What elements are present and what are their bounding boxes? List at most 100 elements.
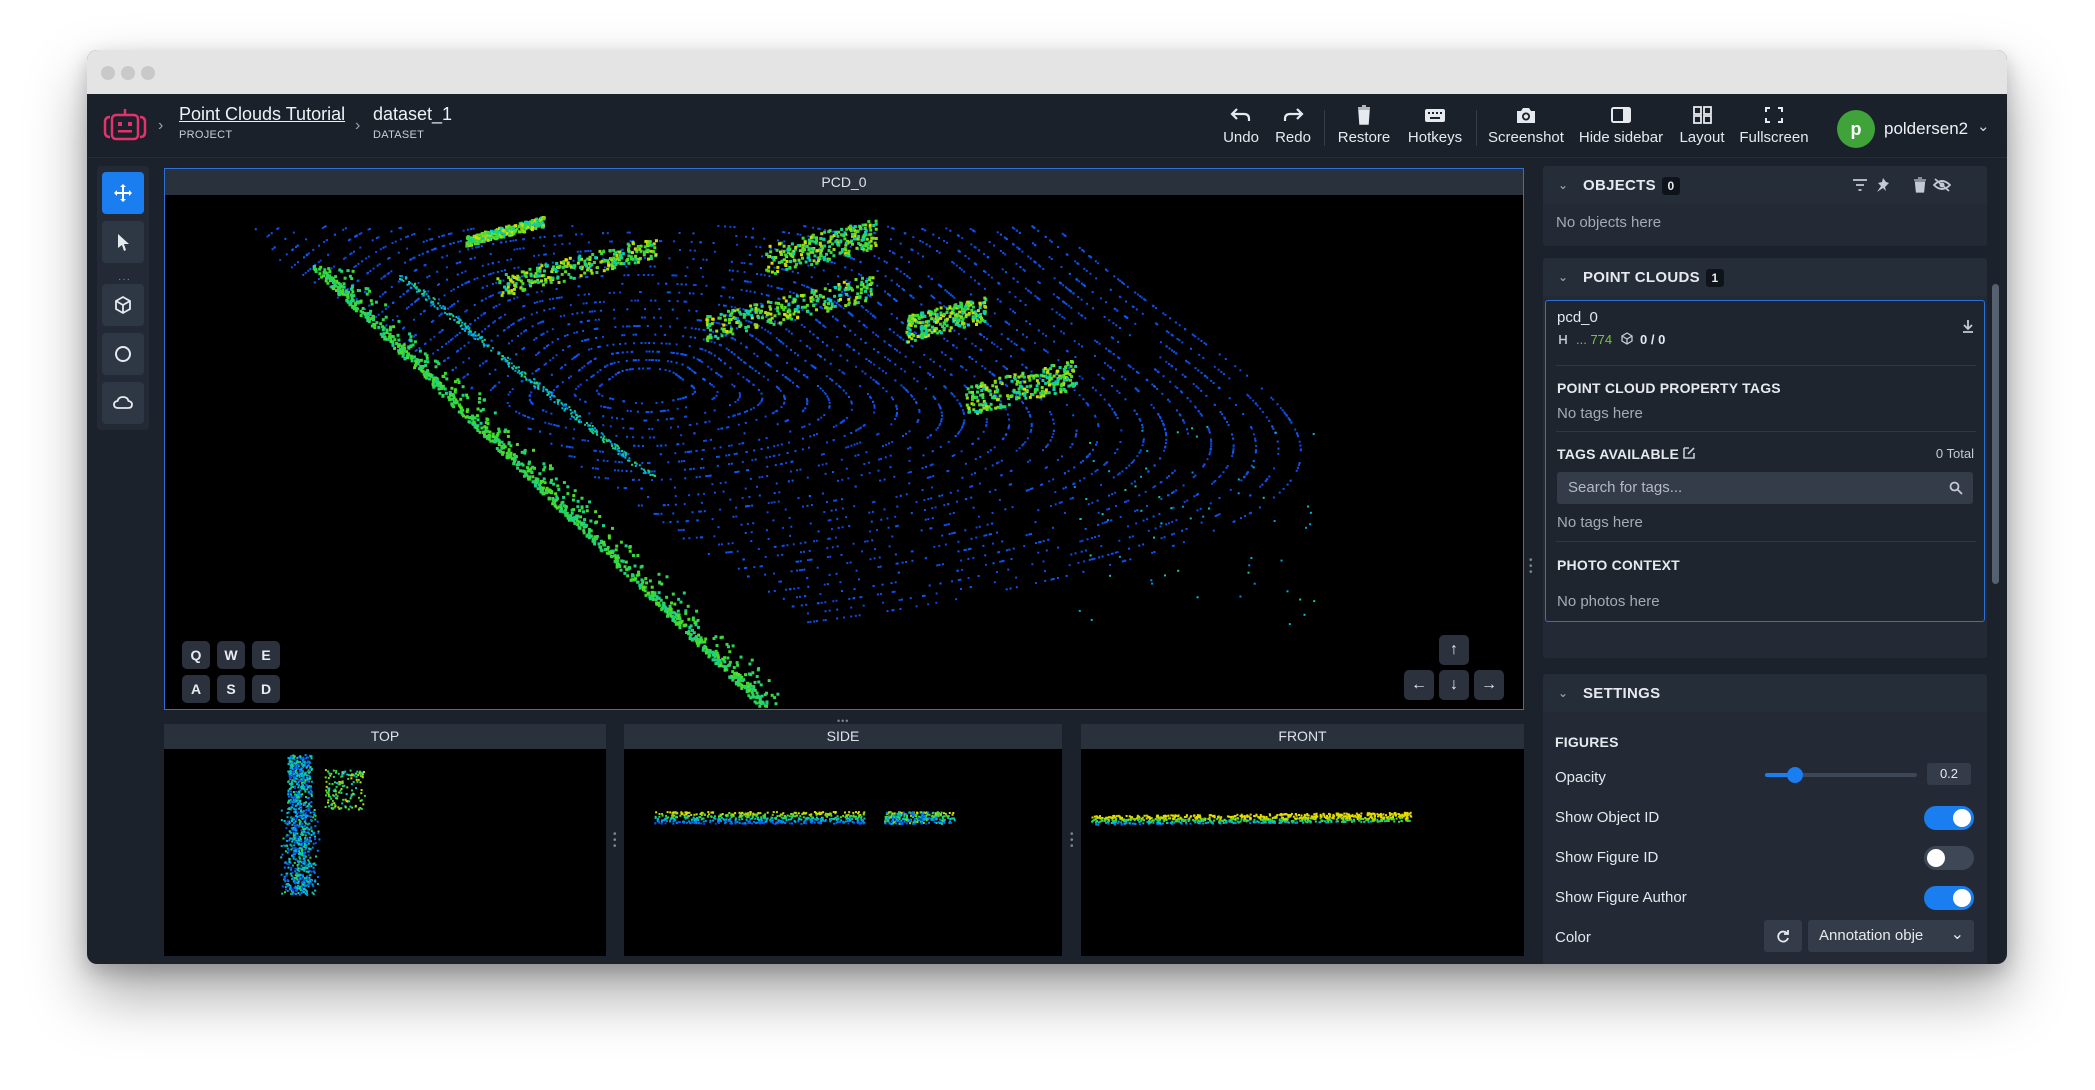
divider — [1556, 431, 1976, 432]
edit-icon[interactable] — [1682, 446, 1696, 460]
show-figure-author-label: Show Figure Author — [1555, 889, 1687, 906]
objects-card: ⌄ OBJECTS 0 No objects here — [1543, 166, 1987, 246]
cloud-icon — [113, 396, 133, 409]
breadcrumb-project[interactable]: Point Clouds Tutorial PROJECT — [179, 104, 345, 141]
arrow-up-button[interactable]: ↑ — [1439, 635, 1469, 665]
objects-header[interactable]: ⌄ OBJECTS 0 — [1543, 166, 1987, 204]
opacity-slider-handle[interactable] — [1787, 767, 1804, 783]
user-name[interactable]: poldersen2 — [1884, 119, 1968, 139]
resize-handle-vertical[interactable]: • • • — [1070, 830, 1074, 852]
key-s-button[interactable]: S — [217, 675, 245, 703]
point-cloud-top-view[interactable] — [164, 749, 606, 956]
cuboid-tool-button[interactable] — [102, 284, 144, 326]
point-cloud-front-view[interactable] — [1081, 749, 1524, 956]
point-cloud-3d-view[interactable] — [165, 195, 1523, 709]
cuboid-icon — [1621, 332, 1633, 345]
undo-button[interactable]: Undo — [1218, 104, 1264, 150]
objects-empty-text: No objects here — [1556, 214, 1662, 231]
close-window-dot[interactable] — [101, 66, 115, 80]
keyboard-icon — [1425, 109, 1445, 122]
download-icon[interactable] — [1962, 319, 1974, 333]
arrow-right-button[interactable]: → — [1474, 670, 1504, 700]
toolbar-divider — [1324, 110, 1325, 146]
arrow-left-button[interactable]: ← — [1404, 670, 1434, 700]
show-figure-author-toggle[interactable] — [1924, 886, 1974, 910]
key-w-button[interactable]: W — [217, 641, 245, 669]
opacity-slider[interactable] — [1765, 767, 1917, 783]
filter-icon[interactable] — [1852, 178, 1868, 192]
key-q-button[interactable]: Q — [182, 641, 210, 669]
arrow-down-button[interactable]: ↓ — [1439, 670, 1469, 700]
opacity-value-input[interactable]: 0.2 — [1927, 763, 1971, 785]
tags-search-placeholder: Search for tags... — [1568, 479, 1683, 496]
minimize-window-dot[interactable] — [121, 66, 135, 80]
redo-button[interactable]: Redo — [1270, 104, 1316, 150]
show-figure-id-toggle[interactable] — [1924, 846, 1974, 870]
property-tags-empty: No tags here — [1557, 405, 1643, 422]
pointclouds-count-badge: 1 — [1705, 269, 1724, 287]
pointcloud-index: ... 774 — [1576, 332, 1613, 347]
trash-icon[interactable] — [1913, 177, 1927, 193]
tool-palette: ··· — [97, 166, 149, 430]
chevron-down-icon[interactable]: ⌄ — [1558, 270, 1568, 284]
resize-handle-sidebar[interactable]: • • • — [1529, 556, 1533, 578]
circle-tool-button[interactable] — [102, 333, 144, 375]
tags-search-input[interactable]: Search for tags... — [1557, 472, 1973, 504]
point-cloud-side-view[interactable] — [624, 749, 1062, 956]
side-view[interactable]: SIDE — [624, 724, 1062, 956]
pointcloud-figures-count: 0 / 0 — [1640, 332, 1666, 347]
redo-icon — [1283, 108, 1304, 121]
hotkeys-button[interactable]: Hotkeys — [1404, 104, 1466, 150]
cloud-tool-button[interactable] — [102, 382, 144, 424]
restore-button[interactable]: Restore — [1334, 104, 1394, 150]
user-avatar[interactable]: p — [1837, 110, 1875, 148]
select-tool-button[interactable] — [102, 221, 144, 263]
pointclouds-header[interactable]: ⌄ POINT CLOUDS 1 — [1543, 258, 1987, 296]
project-link[interactable]: Point Clouds Tutorial — [179, 104, 345, 125]
move-tool-button[interactable] — [102, 172, 144, 214]
breadcrumb-chevron-icon: › — [158, 117, 164, 134]
pointcloud-name: pcd_0 — [1557, 309, 1598, 326]
search-icon[interactable] — [1949, 481, 1963, 495]
front-view[interactable]: FRONT — [1081, 724, 1524, 956]
chevron-down-icon[interactable]: ⌄ — [1558, 686, 1568, 700]
key-d-button[interactable]: D — [252, 675, 280, 703]
app-logo-icon[interactable] — [103, 106, 147, 148]
color-refresh-button[interactable] — [1764, 920, 1802, 952]
pointcloud-item[interactable]: pcd_0 ... 774 0 / 0 POINT CLOUD PROPERTY… — [1545, 300, 1985, 622]
show-object-id-toggle[interactable] — [1924, 806, 1974, 830]
layout-button[interactable]: Layout — [1676, 104, 1728, 150]
pin-icon[interactable] — [1875, 177, 1891, 193]
project-label: PROJECT — [179, 129, 233, 141]
top-view[interactable]: TOP — [164, 724, 606, 956]
color-mode-select[interactable]: Annotation obje ⌄ — [1808, 920, 1974, 952]
dataset-name[interactable]: dataset_1 — [373, 104, 452, 125]
screenshot-button[interactable]: Screenshot — [1484, 104, 1568, 150]
fullscreen-button[interactable]: Fullscreen — [1735, 104, 1813, 150]
chevron-down-icon[interactable]: ⌄ — [1558, 178, 1568, 192]
front-view-title: FRONT — [1081, 724, 1524, 749]
main-3d-viewport[interactable]: PCD_0 Q W E A S D ↑ ← ↓ → — [164, 168, 1524, 710]
refresh-icon — [1777, 930, 1789, 943]
chevron-down-icon[interactable]: ⌄ — [1977, 117, 1990, 135]
sidebar-scrollbar[interactable] — [1992, 284, 1999, 584]
photo-context-empty: No photos here — [1557, 593, 1660, 610]
breadcrumb-dataset[interactable]: dataset_1 DATASET — [373, 104, 452, 141]
hide-sidebar-button[interactable]: Hide sidebar — [1576, 104, 1666, 150]
settings-header[interactable]: ⌄ SETTINGS — [1543, 674, 1987, 712]
tags-total: 0 Total — [1935, 446, 1974, 461]
eye-off-icon[interactable] — [1933, 177, 1951, 193]
show-object-id-label: Show Object ID — [1555, 809, 1660, 826]
color-label: Color — [1555, 929, 1591, 946]
key-a-button[interactable]: A — [182, 675, 210, 703]
key-e-button[interactable]: E — [252, 641, 280, 669]
resize-handle-vertical[interactable]: • • • — [613, 830, 617, 852]
maximize-window-dot[interactable] — [141, 66, 155, 80]
side-view-title: SIDE — [624, 724, 1062, 749]
fullscreen-icon — [1765, 107, 1783, 123]
toggle-knob — [1927, 849, 1945, 867]
move-icon — [114, 184, 132, 202]
breadcrumb-chevron-icon: › — [355, 117, 361, 134]
toolbar-divider — [1476, 110, 1477, 146]
toggle-knob — [1953, 809, 1971, 827]
